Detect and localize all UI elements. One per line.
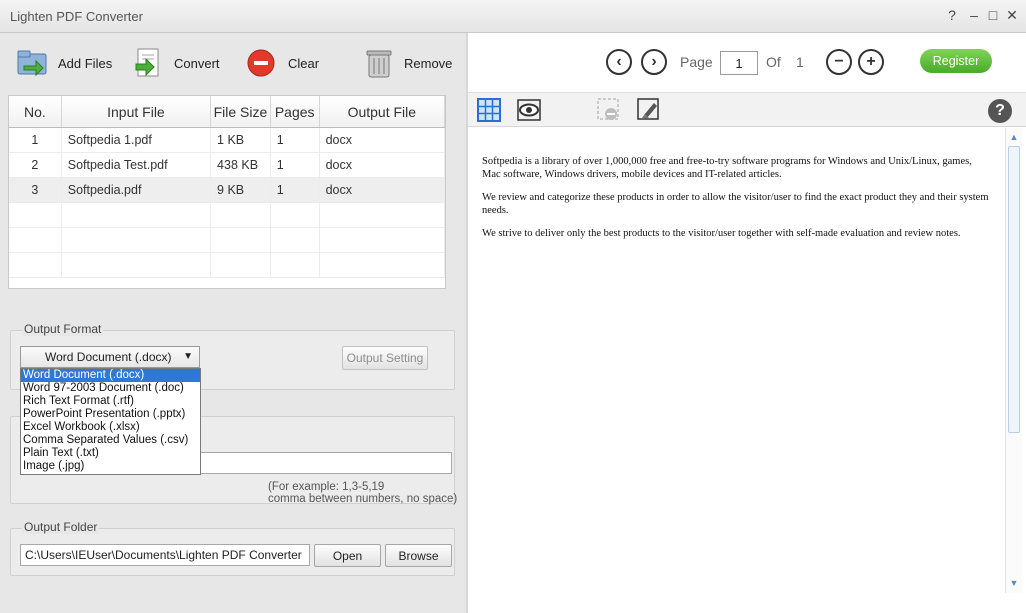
trash-icon [366, 50, 392, 78]
window-title: Lighten PDF Converter [10, 9, 143, 24]
option-doc[interactable]: Word 97-2003 Document (.doc) [21, 382, 200, 395]
vertical-scrollbar[interactable]: ▲ ▼ [1005, 128, 1022, 593]
output-format-select[interactable]: Word Document (.docx) ▼ [20, 346, 200, 368]
remove-selection-icon[interactable] [596, 97, 622, 123]
thumbnail-grid-icon[interactable] [476, 97, 502, 123]
column-header-file-size[interactable]: File Size [211, 96, 271, 127]
option-jpg[interactable]: Image (.jpg) [21, 460, 200, 473]
cell-no: 2 [9, 153, 62, 177]
clear-selection-icon[interactable] [636, 97, 662, 123]
chevron-down-icon: ▼ [183, 351, 193, 362]
document-preview: Softpedia is a library of over 1,000,000… [468, 128, 1005, 613]
column-header-output-file[interactable]: Output File [320, 96, 445, 127]
title-bar: Lighten PDF Converter ? – □ ✕ [0, 0, 1026, 33]
cell-output-file: docx [320, 153, 445, 177]
cell-no: 1 [9, 128, 62, 152]
convert-button[interactable]: Convert [132, 45, 220, 81]
empty-row [9, 203, 445, 228]
table-row[interactable]: 2 Softpedia Test.pdf 438 KB 1 docx [9, 153, 445, 178]
help-window-button[interactable]: ? [944, 7, 960, 23]
table-row[interactable]: 3 Softpedia.pdf 9 KB 1 docx [9, 178, 445, 203]
cell-pages: 1 [271, 128, 320, 152]
of-label: Of [766, 54, 781, 70]
output-folder-path[interactable]: C:\Users\IEUser\Documents\Lighten PDF Co… [20, 544, 310, 566]
add-files-icon [17, 50, 47, 77]
cell-file-size: 438 KB [211, 153, 271, 177]
page-number-input[interactable]: 1 [720, 51, 758, 75]
cell-output-file: docx [320, 128, 445, 152]
option-txt[interactable]: Plain Text (.txt) [21, 447, 200, 460]
eye-preview-icon[interactable] [516, 97, 542, 123]
scroll-up-icon[interactable]: ▲ [1007, 130, 1021, 144]
cell-input-file: Softpedia 1.pdf [62, 128, 212, 152]
column-header-input-file[interactable]: Input File [62, 96, 212, 127]
page-navigation-bar: ‹ › Page 1 Of 1 − + Register [468, 33, 1026, 93]
page-label: Page [680, 54, 713, 70]
cell-input-file: Softpedia.pdf [62, 178, 212, 202]
preview-paragraph: We strive to deliver only the best produ… [482, 228, 961, 239]
option-docx[interactable]: Word Document (.docx) [21, 369, 200, 382]
convert-label: Convert [174, 55, 220, 71]
hint-line-1: (For example: 1,3-5,19 [268, 481, 385, 493]
add-files-button[interactable]: Add Files [16, 45, 112, 81]
browse-button[interactable]: Browse [385, 544, 452, 567]
preview-paragraph: We review and categorize these products … [482, 192, 989, 216]
page-range-hint: (For example: 1,3-5,19 comma between num… [268, 481, 457, 505]
clear-label: Clear [288, 55, 320, 71]
empty-row [9, 228, 445, 253]
plus-icon: + [866, 53, 876, 70]
previous-page-button[interactable]: ‹ [606, 49, 632, 75]
option-csv[interactable]: Comma Separated Values (.csv) [21, 434, 200, 447]
total-pages: 1 [796, 54, 804, 70]
minus-icon: − [834, 53, 844, 70]
option-xlsx[interactable]: Excel Workbook (.xlsx) [21, 421, 200, 434]
cell-file-size: 9 KB [211, 178, 271, 202]
cell-output-file: docx [320, 178, 445, 202]
page-range-input[interactable] [180, 452, 452, 474]
cell-file-size: 1 KB [211, 128, 271, 152]
cell-pages: 1 [271, 178, 320, 202]
chevron-right-icon: › [651, 53, 657, 70]
close-button[interactable]: ✕ [1004, 7, 1020, 24]
zoom-out-button[interactable]: − [826, 49, 852, 75]
hint-line-2: comma between numbers, no space) [268, 493, 458, 505]
minimize-button[interactable]: – [966, 7, 982, 23]
view-toolbar: ? [468, 93, 1026, 127]
convert-icon [135, 48, 159, 77]
preview-panel: ‹ › Page 1 Of 1 − + Register ? Softpedia… [468, 33, 1026, 613]
output-setting-button[interactable]: Output Setting [342, 346, 428, 370]
output-format-label: Output Format [22, 322, 104, 336]
clear-button[interactable]: Clear [246, 45, 319, 81]
register-button[interactable]: Register [920, 49, 992, 73]
remove-button[interactable]: Remove [362, 45, 452, 81]
column-header-pages[interactable]: Pages [271, 96, 320, 127]
remove-label: Remove [404, 55, 453, 71]
option-pptx[interactable]: PowerPoint Presentation (.pptx) [21, 408, 200, 421]
file-table: No. Input File File Size Pages Output Fi… [8, 95, 446, 289]
output-format-dropdown: Word Document (.docx) Word 97-2003 Docum… [20, 368, 201, 475]
help-icon[interactable]: ? [988, 99, 1012, 123]
output-format-selected: Word Document (.docx) [45, 350, 172, 364]
clear-icon [247, 49, 275, 77]
toolbar: Add Files Convert Clear Remove [0, 33, 466, 93]
scroll-thumb[interactable] [1008, 146, 1020, 433]
left-panel: Add Files Convert Clear Remove No. Input… [0, 33, 466, 613]
cell-input-file: Softpedia Test.pdf [62, 153, 212, 177]
column-header-no[interactable]: No. [9, 96, 62, 127]
output-folder-label: Output Folder [22, 520, 100, 534]
cell-no: 3 [9, 178, 62, 202]
open-button[interactable]: Open [314, 544, 381, 567]
option-rtf[interactable]: Rich Text Format (.rtf) [21, 395, 200, 408]
add-files-label: Add Files [58, 55, 113, 71]
table-row[interactable]: 1 Softpedia 1.pdf 1 KB 1 docx [9, 128, 445, 153]
maximize-button[interactable]: □ [985, 7, 1001, 23]
empty-row [9, 253, 445, 278]
zoom-in-button[interactable]: + [858, 49, 884, 75]
next-page-button[interactable]: › [641, 49, 667, 75]
cell-pages: 1 [271, 153, 320, 177]
preview-paragraph: Softpedia is a library of over 1,000,000… [482, 156, 972, 180]
table-header: No. Input File File Size Pages Output Fi… [9, 96, 445, 128]
scroll-down-icon[interactable]: ▼ [1007, 576, 1021, 590]
chevron-left-icon: ‹ [616, 53, 622, 70]
